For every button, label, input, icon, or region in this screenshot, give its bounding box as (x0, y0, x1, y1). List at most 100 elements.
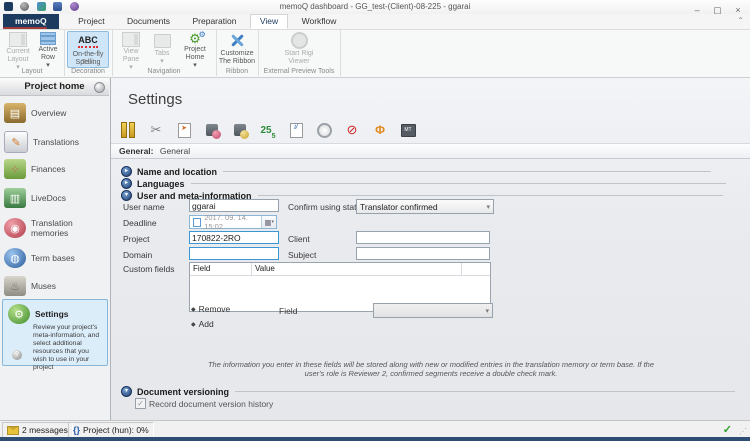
confirm-using-status-label: Confirm using status (288, 202, 365, 212)
muses-icon: ♨ (4, 276, 26, 296)
deadline-label: Deadline (123, 218, 157, 228)
help-icon: ? (12, 350, 22, 360)
auto-translation-rules-icon[interactable]: 255 (257, 120, 279, 140)
sidebar-header: Project home (0, 78, 109, 96)
active-row-label: Active Row (34, 46, 62, 62)
settings-description: Review your project's meta-information, … (33, 324, 103, 372)
field-select-label: Field (279, 306, 297, 316)
translation-memories-icon: ◉ (4, 218, 26, 238)
window-bottom-edge (0, 437, 750, 441)
current-layout-button: Current Layout ▾ (2, 31, 34, 66)
collapse-icon[interactable]: ▾ (121, 386, 132, 397)
sidebar-item-overview[interactable]: ▤ Overview (4, 100, 106, 126)
category-bar: General: General (111, 143, 750, 159)
remove-button[interactable]: ◆ Remove (191, 304, 230, 314)
sidebar-item-settings[interactable]: ⚙ Settings Review your project's meta-in… (2, 299, 108, 366)
view-pane-button: View Pane ▾ (115, 31, 147, 66)
ribbon-group-text-decoration: ABC On-the-fly Spelling Text Decoration (64, 30, 113, 76)
qa-settings-icon[interactable]: ➤ (173, 120, 195, 140)
sync-icon: {} (73, 425, 80, 435)
client-label: Client (288, 234, 310, 244)
section-languages[interactable]: ▸ Languages (121, 178, 726, 189)
project-home-sidebar: Project home ▤ Overview ✎ Translations ⁘… (0, 78, 111, 420)
add-button[interactable]: ◆ Add (191, 319, 214, 329)
tab-view[interactable]: View (250, 14, 288, 29)
messages-status[interactable]: 2 messages (2, 422, 73, 438)
column-value[interactable]: Value (252, 263, 462, 275)
ribbon-group-layout: Current Layout ▾ Active Row ▾ Layout (0, 30, 65, 76)
finances-icon: ⁘ (4, 159, 26, 179)
sidebar-item-muses[interactable]: ♨ Muses (4, 273, 106, 299)
settings-category-toolbar: ✂ ➤ 255 i/ ⊘ Φ MT (117, 119, 419, 141)
tab-project[interactable]: Project (69, 14, 113, 29)
domain-label: Domain (123, 250, 152, 260)
font-substitution-icon[interactable]: Φ (369, 120, 391, 140)
resize-grip[interactable]: ⋰ (739, 427, 748, 436)
start-rigi-viewer-button: Start Rigi Viewer (277, 31, 321, 66)
segmentation-rules-icon[interactable]: ✂ (145, 120, 167, 140)
subject-input[interactable] (356, 247, 490, 260)
field-select[interactable]: ▾ (373, 303, 493, 318)
user-name-input[interactable] (189, 199, 279, 212)
project-home-button[interactable]: ⚙⚙ Project Home ▾ (177, 31, 213, 66)
client-input[interactable] (356, 231, 490, 244)
custom-fields-header: Field Value (190, 263, 490, 276)
customize-ribbon-icon (230, 32, 245, 49)
collapse-ribbon-icon[interactable]: ⌃ (737, 16, 744, 25)
livedocs-settings-icon[interactable] (229, 120, 251, 140)
tm-settings-icon[interactable] (201, 120, 223, 140)
livedocs-icon: ▥ (4, 188, 26, 208)
section-document-versioning[interactable]: ▾ Document versioning (121, 386, 735, 397)
page-title: Settings (128, 91, 182, 108)
domain-input[interactable] (189, 247, 279, 260)
sidebar-item-finances[interactable]: ⁘ Finances (4, 156, 106, 182)
ribbon-group-navigation: View Pane ▾ Tabs ▾ ⚙⚙ Project Home ▾ Nav… (112, 30, 217, 76)
deadline-checkbox[interactable] (193, 218, 201, 227)
add-bullet-icon: ◆ (191, 321, 196, 328)
ribbon-group-external-preview: Start Rigi Viewer External Preview Tools (258, 30, 341, 76)
active-row-button[interactable]: Active Row ▾ (34, 31, 62, 66)
sidebar-item-translations[interactable]: ✎ Translations (4, 129, 106, 155)
customize-ribbon-label: Customize The Ribbon (218, 50, 256, 66)
mt-settings-icon[interactable]: MT (397, 120, 419, 140)
group-label-text-decoration: Text Decoration (64, 58, 112, 76)
sidebar-item-translation-memories[interactable]: ◉ Translation memories (4, 215, 106, 241)
collapse-icon[interactable]: ▾ (121, 190, 132, 201)
view-pane-icon (122, 32, 140, 47)
category-value: General (160, 146, 190, 156)
abc-spelling-icon: ABC (78, 33, 98, 50)
expand-icon[interactable]: ▸ (121, 178, 132, 189)
column-field[interactable]: Field (190, 263, 252, 275)
customize-ribbon-button[interactable]: Customize The Ribbon (218, 31, 256, 66)
tab-workflow[interactable]: Workflow (293, 14, 346, 29)
dropdown-icon: ▾ (160, 58, 164, 66)
settings-gear-icon: ⚙ (8, 304, 30, 324)
tabs-button: Tabs ▾ (149, 31, 175, 66)
tab-documents[interactable]: Documents (118, 14, 179, 29)
tab-preparation[interactable]: Preparation (183, 14, 245, 29)
layout-icon (9, 32, 27, 47)
ignore-lists-icon[interactable]: ⊘ (341, 120, 363, 140)
subject-label: Subject (288, 250, 316, 260)
sidebar-item-term-bases[interactable]: ◍ Term bases (4, 245, 106, 271)
current-layout-label: Current Layout (2, 48, 34, 64)
ribbon-group-ribbon: Customize The Ribbon Ribbon (216, 30, 259, 76)
category-label: General: (119, 146, 154, 156)
deadline-datepicker[interactable]: 2017. 09. 14. 15:02 ▦▾ (189, 215, 277, 229)
project-input[interactable] (189, 231, 279, 244)
section-name-and-location[interactable]: ▸ Name and location (121, 166, 711, 177)
sidebar-item-livedocs[interactable]: ▥ LiveDocs (4, 185, 106, 211)
title-bar: memoQ dashboard - GG_test-(Client)-08-22… (0, 0, 750, 14)
group-label-navigation: Navigation (112, 67, 216, 76)
sidebar-pin-icon[interactable] (94, 82, 105, 93)
general-icon[interactable] (117, 120, 139, 140)
project-progress-status[interactable]: {} Project (hun): 0% (68, 422, 154, 438)
calendar-icon[interactable]: ▦▾ (261, 216, 276, 228)
group-label-ribbon: Ribbon (216, 67, 258, 76)
active-row-icon (40, 32, 56, 45)
export-path-rules-icon[interactable]: i/ (285, 120, 307, 140)
confirm-using-status-select[interactable]: Translator confirmed ▾ (356, 199, 494, 214)
keyboard-shortcuts-icon[interactable] (313, 120, 335, 140)
translations-icon: ✎ (4, 131, 28, 153)
expand-icon[interactable]: ▸ (121, 166, 132, 177)
